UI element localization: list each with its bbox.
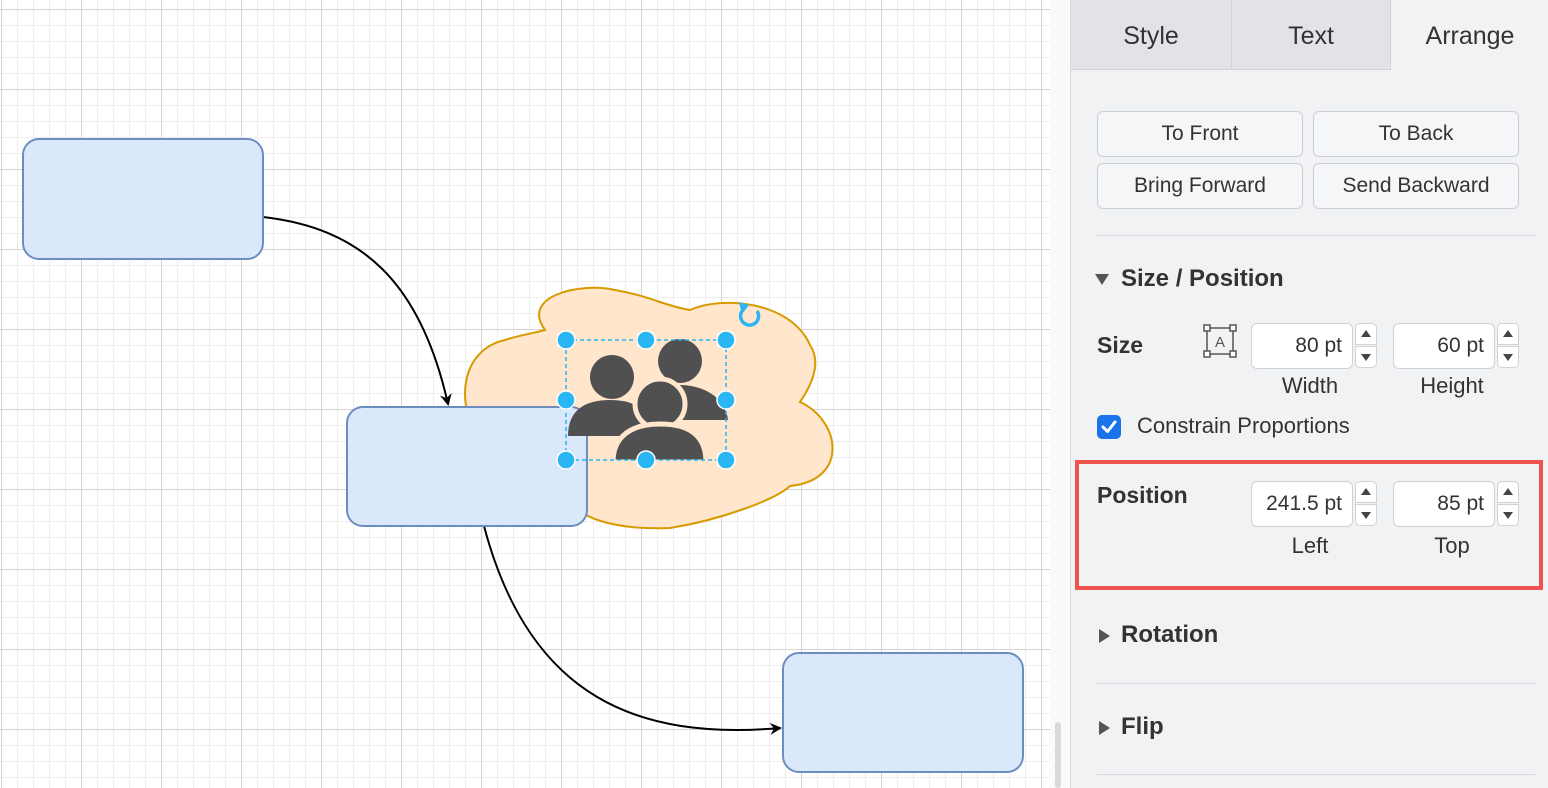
rounded-rect-shape-1[interactable] [22,138,264,260]
format-panel: Style Text Arrange To Front To Back Brin… [1070,0,1548,788]
width-increment-button[interactable] [1355,323,1377,345]
tab-style[interactable]: Style [1071,0,1232,70]
width-field[interactable]: 80 pt [1251,323,1353,369]
rounded-rect-shape-3[interactable] [782,652,1024,773]
flip-title[interactable]: Flip [1121,713,1164,741]
rotation-title[interactable]: Rotation [1121,621,1218,649]
bring-forward-button[interactable]: Bring Forward [1097,163,1303,209]
checkmark-icon [1101,420,1117,433]
rounded-rect-shape-2[interactable] [346,406,588,527]
width-spinner[interactable] [1355,323,1377,369]
constrain-proportions-checkbox[interactable] [1097,415,1121,439]
resize-handle-w[interactable] [556,390,576,410]
expand-triangle-icon[interactable] [1099,629,1110,643]
to-front-button[interactable]: To Front [1097,111,1303,157]
resize-handle-e[interactable] [716,390,736,410]
canvas-scrollbar-thumb[interactable] [1055,722,1061,788]
height-increment-button[interactable] [1497,323,1519,345]
svg-text:A: A [1215,334,1225,351]
position-highlight-box [1075,460,1543,590]
resize-handle-ne[interactable] [716,330,736,350]
divider [1097,235,1535,236]
connector-edge-1[interactable] [262,216,452,406]
format-tabs: Style Text Arrange [1071,0,1548,70]
expand-triangle-icon[interactable] [1099,721,1110,735]
tab-arrange[interactable]: Arrange [1391,0,1548,70]
diagram-canvas[interactable] [0,0,1050,788]
to-back-button[interactable]: To Back [1313,111,1519,157]
send-backward-button[interactable]: Send Backward [1313,163,1519,209]
size-label: Size [1097,332,1144,358]
size-position-title[interactable]: Size / Position [1121,265,1284,293]
diagram-svg [22,138,1024,773]
divider [1097,683,1535,684]
height-field[interactable]: 60 pt [1393,323,1495,369]
resize-handle-s[interactable] [636,450,656,470]
resize-text-icon[interactable]: A [1203,324,1237,358]
height-decrement-button[interactable] [1497,346,1519,368]
tab-text[interactable]: Text [1232,0,1391,70]
height-spinner[interactable] [1497,323,1519,369]
connector-edge-2[interactable] [483,525,782,735]
canvas-scrollbar[interactable] [1050,0,1070,788]
resize-handle-n[interactable] [636,330,656,350]
height-label: Height [1420,373,1484,398]
constrain-proportions-label[interactable]: Constrain Proportions [1137,413,1350,439]
resize-handle-nw[interactable] [556,330,576,350]
resize-handle-sw[interactable] [556,450,576,470]
resize-handle-se[interactable] [716,450,736,470]
collapse-triangle-icon[interactable] [1095,274,1109,285]
divider [1097,774,1535,775]
width-label: Width [1281,373,1339,398]
width-decrement-button[interactable] [1355,346,1377,368]
